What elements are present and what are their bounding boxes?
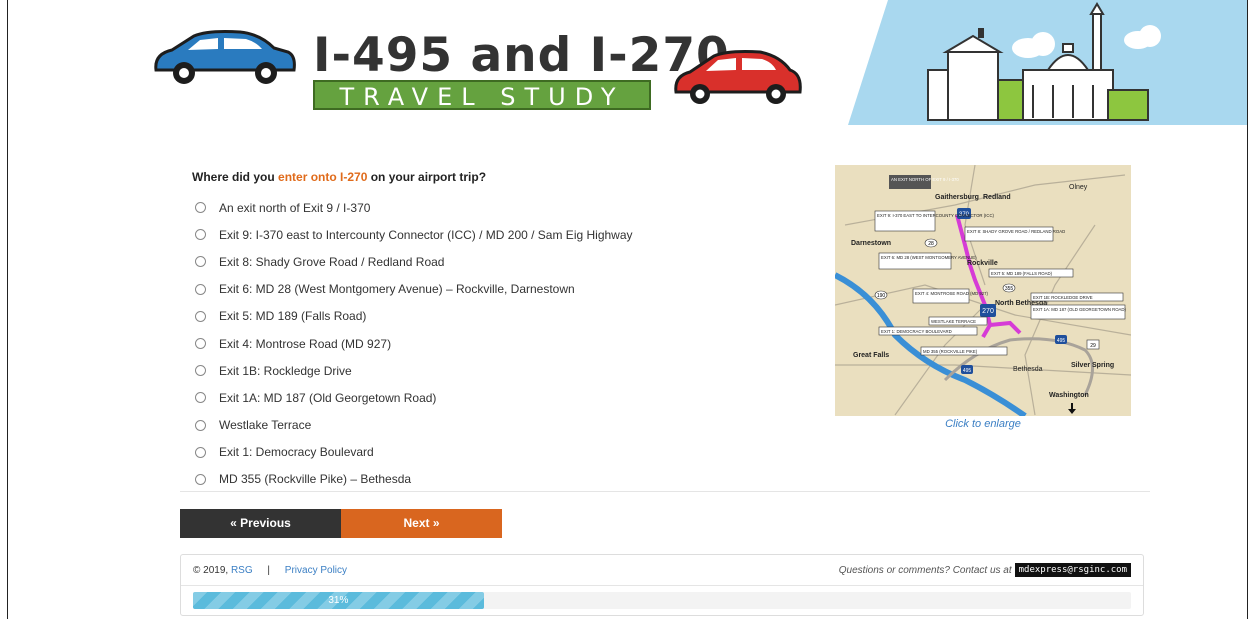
- shield-label: 270: [982, 308, 994, 315]
- exit-map-image[interactable]: 370 270 28 355 190 495 29 495 Gaithersbu…: [835, 165, 1131, 416]
- radio-button[interactable]: [195, 256, 206, 268]
- question-prefix: Where did you: [192, 170, 279, 184]
- answer-option[interactable]: Exit 1: Democracy Boulevard: [195, 439, 633, 466]
- answer-options: An exit north of Exit 9 / I-370 Exit 9: …: [195, 194, 633, 493]
- answer-option[interactable]: Exit 9: I-370 east to Intercounty Connec…: [195, 221, 633, 248]
- map-callout: EXIT 1A: MD 187 (OLD GEORGETOWN ROAD): [1033, 307, 1127, 312]
- map-town: Washington: [1049, 392, 1089, 399]
- progress-bar: 31%: [193, 592, 1131, 609]
- option-label: Exit 1B: Rockledge Drive: [219, 363, 352, 378]
- map-callout: MD 355 (ROCKVILLE PIKE): [923, 349, 978, 354]
- radio-button[interactable]: [195, 338, 206, 350]
- radio-button[interactable]: [195, 310, 206, 322]
- question-suffix: on your airport trip?: [367, 170, 487, 184]
- click-to-enlarge-link[interactable]: Click to enlarge: [835, 418, 1131, 430]
- map-callout: EXIT 1: DEMOCRACY BOULEVARD: [881, 329, 952, 334]
- radio-button[interactable]: [195, 419, 206, 431]
- footer-separator: |: [267, 565, 271, 576]
- copyright-text: © 2019,: [193, 565, 229, 576]
- radio-button[interactable]: [195, 446, 206, 458]
- map-callout: EXIT 9: I-370 EAST TO INTERCOUNTY CONNEC…: [877, 213, 995, 218]
- map-callout: EXIT 8: SHADY GROVE ROAD / REDLAND ROAD: [967, 229, 1065, 234]
- answer-option[interactable]: Exit 4: Montrose Road (MD 927): [195, 330, 633, 357]
- map-callout: WESTLAKE TERRACE: [931, 319, 976, 324]
- shield-label: 29: [1090, 343, 1096, 349]
- option-label: Exit 6: MD 28 (West Montgomery Avenue) –…: [219, 282, 575, 297]
- answer-option[interactable]: Exit 1A: MD 187 (Old Georgetown Road): [195, 384, 633, 411]
- map-town: Olney: [1069, 184, 1088, 191]
- map-town: Bethesda: [1013, 366, 1043, 373]
- footer-contact: Questions or comments? Contact us at mde…: [839, 563, 1131, 577]
- radio-button[interactable]: [195, 229, 206, 241]
- map-town: Gaithersburg: [935, 194, 979, 201]
- map-callout: AN EXIT NORTH OF EXIT 9 / I-370: [891, 177, 959, 182]
- exit-map-graphic: 370 270 28 355 190 495 29 495 Gaithersbu…: [835, 165, 1131, 416]
- radio-button[interactable]: [195, 473, 206, 485]
- option-label: Exit 9: I-370 east to Intercounty Connec…: [219, 227, 633, 242]
- option-label: Exit 1: Democracy Boulevard: [219, 445, 374, 460]
- answer-option[interactable]: Exit 8: Shady Grove Road / Redland Road: [195, 248, 633, 275]
- shield-label: 495: [963, 368, 972, 374]
- section-divider: [180, 491, 1150, 492]
- previous-button[interactable]: « Previous: [180, 509, 341, 538]
- option-label: Exit 4: Montrose Road (MD 927): [219, 336, 392, 351]
- option-label: Exit 5: MD 189 (Falls Road): [219, 309, 367, 324]
- map-town: Silver Spring: [1071, 362, 1114, 369]
- shield-label: 190: [877, 293, 886, 299]
- map-town: Rockville: [967, 260, 998, 267]
- company-link[interactable]: RSG: [231, 565, 253, 576]
- answer-option[interactable]: MD 355 (Rockville Pike) – Bethesda: [195, 466, 633, 493]
- red-car-icon: [674, 50, 802, 104]
- option-label: MD 355 (Rockville Pike) – Bethesda: [219, 472, 412, 487]
- radio-button[interactable]: [195, 283, 206, 295]
- radio-button[interactable]: [195, 365, 206, 377]
- map-callout: EXIT 4: MONTROSE ROAD (MD 927): [915, 291, 989, 296]
- shield-label: 495: [1057, 338, 1066, 344]
- radio-button[interactable]: [195, 392, 206, 404]
- answer-option[interactable]: Exit 5: MD 189 (Falls Road): [195, 303, 633, 330]
- capitol-skyline-icon: [848, 0, 1247, 125]
- map-callout: EXIT 5: MD 189 (FALLS ROAD): [991, 271, 1053, 276]
- answer-option[interactable]: Exit 1B: Rockledge Drive: [195, 357, 633, 384]
- footer-divider: [181, 585, 1143, 586]
- next-button[interactable]: Next »: [341, 509, 502, 538]
- option-label: Westlake Terrace: [219, 418, 312, 433]
- progress-bar-fill: 31%: [193, 592, 484, 609]
- answer-option[interactable]: Exit 6: MD 28 (West Montgomery Avenue) –…: [195, 276, 633, 303]
- shield-label: 355: [1005, 286, 1014, 292]
- contact-email[interactable]: mdexpress@rsginc.com: [1014, 563, 1131, 577]
- question-text: Where did you enter onto I-270 on your a…: [192, 170, 486, 184]
- option-label: An exit north of Exit 9 / I-370: [219, 200, 371, 215]
- contact-text: Questions or comments? Contact us at: [838, 564, 1012, 576]
- map-town: Redland: [983, 194, 1011, 201]
- answer-option[interactable]: An exit north of Exit 9 / I-370: [195, 194, 633, 221]
- privacy-policy-link[interactable]: Privacy Policy: [285, 565, 347, 576]
- option-label: Exit 1A: MD 187 (Old Georgetown Road): [219, 390, 437, 405]
- question-highlight: enter onto I-270: [278, 170, 368, 184]
- radio-button[interactable]: [195, 202, 206, 214]
- shield-label: 28: [928, 241, 934, 247]
- blue-car-icon: [154, 30, 296, 84]
- header-banner: I-495 and I-270 TRAVEL STUDY: [8, 0, 1247, 125]
- banner-title: I-495 and I-270: [313, 28, 730, 83]
- footer: © 2019, RSG | Privacy Policy Questions o…: [180, 554, 1144, 616]
- map-callout: EXIT 1B: ROCKLEDGE DRIVE: [1033, 295, 1093, 300]
- answer-option[interactable]: Westlake Terrace: [195, 412, 633, 439]
- footer-left: © 2019, RSG | Privacy Policy: [193, 565, 347, 576]
- map-callout: EXIT 6: MD 28 (WEST MONTGOMERY AVENUE): [881, 255, 977, 260]
- map-town: Great Falls: [853, 352, 889, 359]
- banner-subtitle: TRAVEL STUDY: [313, 80, 651, 111]
- option-label: Exit 8: Shady Grove Road / Redland Road: [219, 254, 445, 269]
- map-town: Darnestown: [851, 240, 891, 247]
- page-frame: I-495 and I-270 TRAVEL STUDY Where did y…: [7, 0, 1248, 619]
